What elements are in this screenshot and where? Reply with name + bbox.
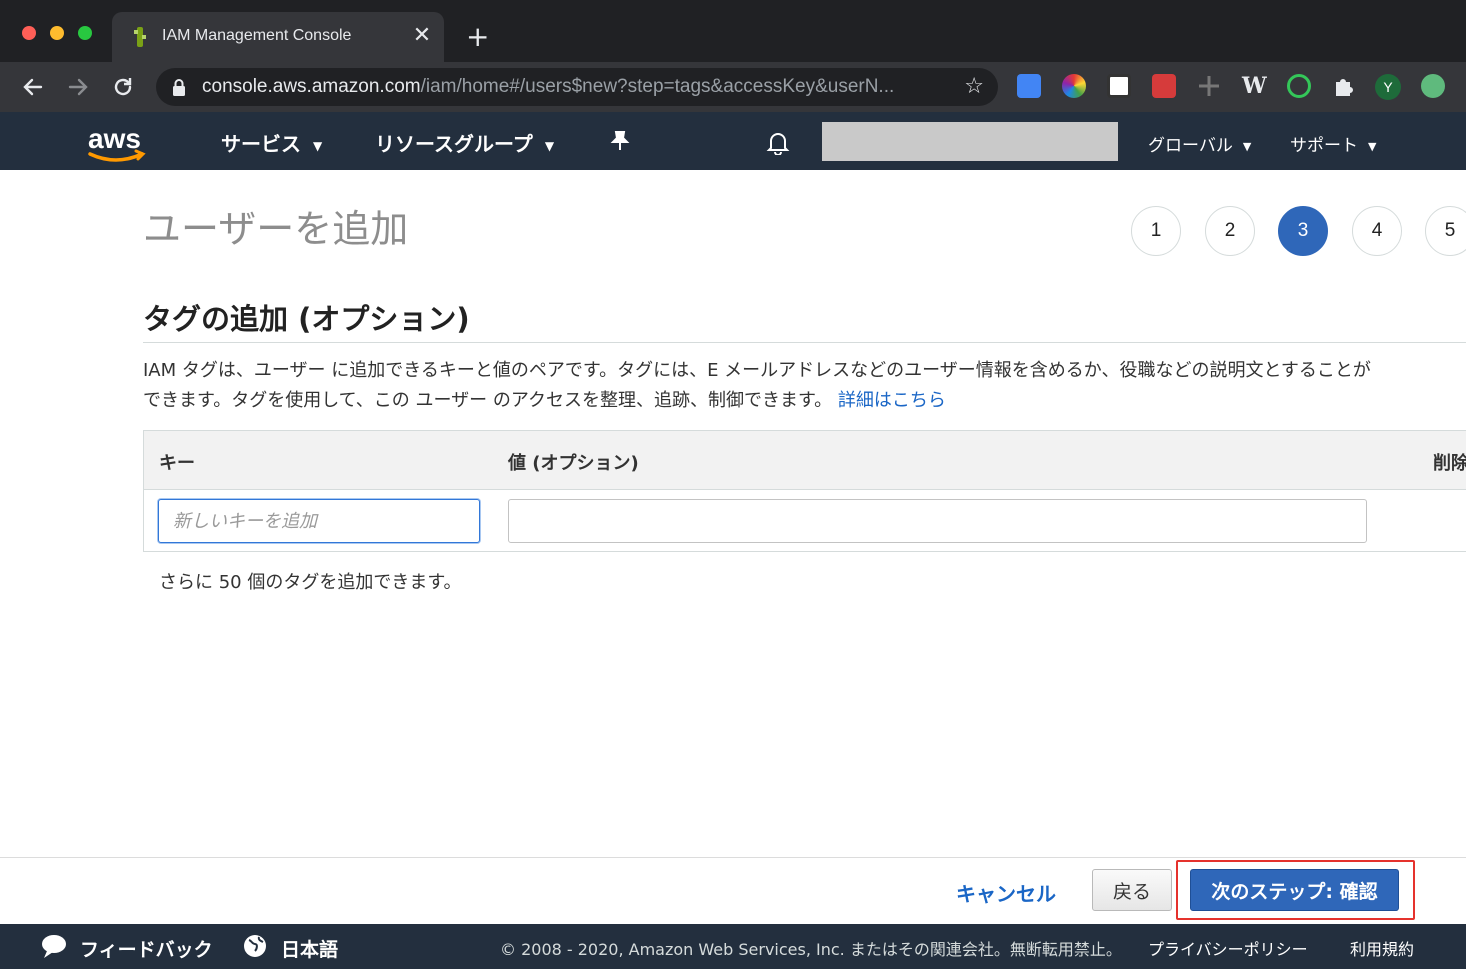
- wizard-steps: 1 2 3 4 5: [0, 206, 1466, 256]
- divider: [143, 342, 1466, 343]
- wizard-action-bar: キャンセル 戻る 次のステップ: 確認: [0, 857, 1466, 924]
- new-tab-icon[interactable]: +: [466, 22, 489, 52]
- url-text: console.aws.amazon.com/iam/home#/users$n…: [202, 76, 895, 97]
- target-extension-icon[interactable]: [1287, 74, 1311, 98]
- language-selector[interactable]: 日本語: [281, 935, 338, 962]
- wikipedia-extension-icon[interactable]: W: [1242, 74, 1267, 98]
- terms-link[interactable]: 利用規約: [1350, 936, 1414, 960]
- step-3[interactable]: 3: [1278, 206, 1328, 256]
- feedback-link[interactable]: フィードバック: [80, 935, 213, 962]
- resource-groups-menu[interactable]: リソースグループ ▼: [375, 128, 554, 157]
- support-menu[interactable]: サポート ▼: [1290, 131, 1376, 156]
- tab-strip: IAM Management Console ✕ +: [0, 0, 1466, 62]
- remaining-tags-text: さらに 50 個のタグを追加できます。: [159, 572, 462, 593]
- step-2[interactable]: 2: [1205, 206, 1255, 256]
- globe-icon: [244, 935, 266, 957]
- bookmark-star-icon[interactable]: ☆: [964, 74, 984, 99]
- tab-title: IAM Management Console: [162, 27, 352, 44]
- step-1[interactable]: 1: [1131, 206, 1181, 256]
- aws-logo-icon[interactable]: aws: [86, 120, 148, 164]
- chevron-down-icon: ▼: [1368, 139, 1377, 153]
- value-column-header: 値 (オプション): [508, 453, 639, 474]
- chevron-down-icon: ▼: [313, 138, 323, 153]
- back-arrow-icon[interactable]: [20, 74, 46, 100]
- paw-extension-icon[interactable]: [1152, 74, 1176, 98]
- aws-top-nav: aws サービス ▼ リソースグループ ▼ グローバル ▼ サポート ▼: [0, 112, 1466, 170]
- cancel-button[interactable]: キャンセル: [956, 878, 1056, 907]
- tags-description: IAM タグは、ユーザー に追加できるキーと値のペアです。タグには、E メールア…: [143, 360, 1371, 411]
- reload-icon[interactable]: [110, 74, 136, 100]
- console-footer: フィードバック 日本語 © 2008 - 2020, Amazon Web Se…: [0, 924, 1466, 969]
- tag-key-input[interactable]: [158, 499, 480, 543]
- color-picker-extension-icon[interactable]: [1062, 74, 1086, 98]
- qr-code-extension-icon[interactable]: [1107, 74, 1131, 98]
- browser-tab[interactable]: IAM Management Console ✕: [112, 12, 444, 62]
- translate-extension-icon[interactable]: [1017, 74, 1041, 98]
- lock-icon: [173, 79, 185, 96]
- copyright-text: © 2008 - 2020, Amazon Web Services, Inc.…: [500, 940, 1122, 959]
- services-menu[interactable]: サービス ▼: [221, 128, 322, 157]
- forward-arrow-icon[interactable]: [65, 74, 91, 100]
- chevron-down-icon: ▼: [1242, 139, 1252, 153]
- tags-table: キー 値 (オプション) 削除: [143, 430, 1466, 552]
- browser-toolbar: console.aws.amazon.com/iam/home#/users$n…: [0, 62, 1466, 112]
- section-title: タグの追加 (オプション): [143, 302, 470, 336]
- step-5[interactable]: 5: [1425, 206, 1466, 256]
- step-4[interactable]: 4: [1352, 206, 1402, 256]
- delete-column-header: 削除: [1433, 453, 1466, 474]
- update-extension-icon[interactable]: [1421, 74, 1445, 98]
- speech-bubble-icon: [42, 935, 66, 958]
- address-bar[interactable]: console.aws.amazon.com/iam/home#/users$n…: [156, 68, 998, 106]
- svg-text:aws: aws: [88, 123, 141, 154]
- puzzle-extensions-icon[interactable]: [1332, 74, 1356, 98]
- pin-icon[interactable]: [608, 129, 632, 153]
- minimize-window-button[interactable]: [50, 26, 64, 40]
- back-button[interactable]: 戻る: [1092, 869, 1172, 911]
- bell-icon[interactable]: [765, 129, 791, 155]
- browser-window: IAM Management Console ✕ + console.aws.a…: [0, 0, 1466, 969]
- learn-more-link[interactable]: 詳細はこちら: [838, 390, 946, 411]
- main-content: ユーザーを追加 1 2 3 4 5 タグの追加 (オプション) IAM タグは、…: [0, 170, 1466, 858]
- profile-avatar[interactable]: Y: [1375, 74, 1401, 100]
- key-column-header: キー: [159, 453, 195, 474]
- tab-close-icon[interactable]: ✕: [410, 24, 434, 48]
- iam-favicon-icon: [134, 27, 146, 47]
- tag-value-input[interactable]: [508, 499, 1367, 543]
- next-review-button[interactable]: 次のステップ: 確認: [1190, 869, 1399, 911]
- move-extension-icon[interactable]: [1197, 74, 1221, 98]
- close-window-button[interactable]: [22, 26, 36, 40]
- privacy-policy-link[interactable]: プライバシーポリシー: [1148, 936, 1308, 960]
- maximize-window-button[interactable]: [78, 26, 92, 40]
- chevron-down-icon: ▼: [544, 138, 555, 153]
- table-header: キー 値 (オプション) 削除: [143, 430, 1466, 490]
- account-menu[interactable]: [822, 122, 1118, 161]
- region-menu[interactable]: グローバル ▼: [1148, 131, 1251, 156]
- table-row: [143, 490, 1466, 552]
